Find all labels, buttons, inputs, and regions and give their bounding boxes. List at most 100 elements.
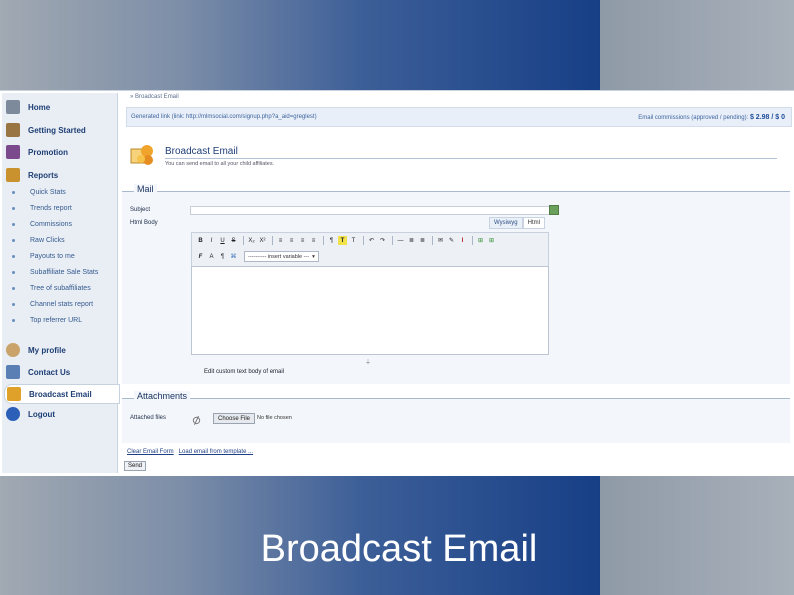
toolbar-separator xyxy=(472,236,473,245)
undo-button[interactable]: ↶ xyxy=(367,236,376,245)
background-color-button[interactable]: T xyxy=(349,236,358,245)
toolbar-row-2: F A ¶ ⌘ ---------- insert variable --- ▾ xyxy=(196,251,319,262)
bullet-icon xyxy=(12,190,15,194)
sidebar-link-raw-clicks[interactable]: Raw Clicks xyxy=(12,233,117,247)
strike-button[interactable]: S xyxy=(229,236,238,245)
insert-variable-value: ---------- insert variable --- xyxy=(248,253,310,260)
profile-icon xyxy=(6,343,20,357)
validate-icon[interactable] xyxy=(549,205,559,215)
text-color-button[interactable]: T xyxy=(338,236,347,245)
broadcast-email-icon xyxy=(128,141,156,169)
align-right-button[interactable]: ≡ xyxy=(298,236,307,245)
remove-format-button[interactable]: Ι xyxy=(458,236,467,245)
sidebar-item-label: Reports xyxy=(28,170,59,180)
sidebar-link-trends-report[interactable]: Trends report xyxy=(12,201,117,215)
justify-button[interactable]: ≡ xyxy=(309,236,318,245)
affiliate-link-text[interactable]: Generated link (link: http://mlmsocial.c… xyxy=(127,114,317,120)
page-title: Broadcast Email xyxy=(165,146,238,157)
sidebar-link-label: Channel stats report xyxy=(30,300,94,308)
bullet-icon xyxy=(12,238,15,242)
bullet-icon xyxy=(12,254,15,258)
sidebar-link-quick-stats[interactable]: Quick Stats xyxy=(12,185,117,199)
sidebar-item-getting-started[interactable]: Getting Started xyxy=(6,121,116,139)
sidebar-link-commissions[interactable]: Commissions xyxy=(12,217,117,231)
no-file-text: No file chosen xyxy=(257,415,292,421)
editor-mode-tabs: Wysiwyg Html xyxy=(489,217,545,229)
toolbar-separator xyxy=(323,236,324,245)
sidebar-item-label: Home xyxy=(28,102,51,112)
tab-wysiwyg[interactable]: Wysiwyg xyxy=(489,217,523,229)
horizontal-rule-button[interactable]: — xyxy=(396,236,405,245)
chevron-down-icon: ▾ xyxy=(312,253,315,260)
align-left-button[interactable]: ≡ xyxy=(276,236,285,245)
book-icon xyxy=(6,123,20,137)
link-button[interactable]: ✉ xyxy=(436,236,445,245)
italic-button[interactable]: I xyxy=(207,236,216,245)
sidebar-item-broadcast-email[interactable]: Broadcast Email xyxy=(4,384,120,404)
sidebar-link-payouts[interactable]: Payouts to me xyxy=(12,249,117,263)
choose-file-button[interactable]: Choose File xyxy=(213,413,255,424)
sidebar-link-label: Quick Stats xyxy=(30,188,66,196)
reports-icon xyxy=(6,168,20,182)
sidebar-link-tree[interactable]: Tree of subaffiliates xyxy=(12,281,117,295)
link-separator xyxy=(175,449,177,455)
resize-handle-icon[interactable]: ⏚ xyxy=(365,357,371,366)
mail-section-title: Mail xyxy=(134,184,157,194)
font-size-button[interactable]: A xyxy=(207,252,216,261)
title-divider xyxy=(165,158,777,159)
sidebar-link-top-referrer[interactable]: Top referrer URL xyxy=(12,313,117,327)
special-char-button[interactable]: ⌘ xyxy=(229,252,238,261)
ordered-list-button[interactable]: ≣ xyxy=(407,236,416,245)
unlink-button[interactable]: ✎ xyxy=(447,236,456,245)
broadcast-icon xyxy=(7,387,21,401)
main-content: » Broadcast Email Generated link (link: … xyxy=(122,91,792,476)
sidebar-item-home[interactable]: Home xyxy=(6,98,116,116)
subject-label: Subject xyxy=(130,207,151,213)
sidebar-link-label: Payouts to me xyxy=(30,252,75,260)
breadcrumb: » Broadcast Email xyxy=(130,94,179,100)
toolbar-separator xyxy=(272,236,273,245)
align-center-button[interactable]: ≡ xyxy=(287,236,296,245)
info-bar: Generated link (link: http://mlmsocial.c… xyxy=(126,107,792,127)
format-block-button[interactable]: ¶ xyxy=(218,252,227,261)
sidebar-item-label: My profile xyxy=(28,345,66,355)
sidebar-item-reports[interactable]: Reports xyxy=(6,166,116,184)
superscript-button[interactable]: X² xyxy=(258,236,267,245)
subject-input[interactable] xyxy=(190,206,552,215)
subscript-button[interactable]: X₂ xyxy=(247,236,256,245)
sidebar-link-label: Trends report xyxy=(30,204,72,212)
tab-html[interactable]: Html xyxy=(522,217,545,229)
page-subtitle: You can send email to all your child aff… xyxy=(165,161,275,167)
toolbar-separator xyxy=(392,236,393,245)
redo-button[interactable]: ↷ xyxy=(378,236,387,245)
font-button[interactable]: F xyxy=(196,252,205,261)
sidebar-item-promotion[interactable]: Promotion xyxy=(6,143,116,161)
send-button[interactable]: Send xyxy=(124,461,147,471)
sidebar-item-my-profile[interactable]: My profile xyxy=(6,341,116,359)
sidebar-item-logout[interactable]: Logout xyxy=(6,405,116,423)
insert-table-button[interactable]: ⊞ xyxy=(476,236,485,245)
sidebar-item-contact-us[interactable]: Contact Us xyxy=(6,363,116,381)
underline-button[interactable]: U xyxy=(218,236,227,245)
insert-image-button[interactable]: ⊞ xyxy=(487,236,496,245)
editor-toolbar: B I U S X₂ X² ≡ ≡ ≡ ≡ ¶ T T ↶ ↷ — ≣ ≣ ✉ … xyxy=(191,232,549,268)
clear-email-form-link[interactable]: Clear Email Form xyxy=(127,449,174,455)
sidebar: Home Getting Started Promotion Reports Q… xyxy=(2,93,120,473)
paragraph-button[interactable]: ¶ xyxy=(327,236,336,245)
unordered-list-button[interactable]: ≣ xyxy=(418,236,427,245)
sidebar-link-channel-stats[interactable]: Channel stats report xyxy=(12,297,117,311)
bullet-icon xyxy=(12,286,15,290)
promotion-icon xyxy=(6,145,20,159)
commissions-label: Email commissions (approved / pending): xyxy=(638,114,749,121)
bold-button[interactable]: B xyxy=(196,236,205,245)
sidebar-item-label: Contact Us xyxy=(28,367,71,377)
sidebar-item-label: Getting Started xyxy=(28,125,86,135)
sidebar-link-label: Commissions xyxy=(30,220,73,228)
load-email-template-link[interactable]: Load email from template ... xyxy=(179,449,253,455)
sidebar-item-label: Promotion xyxy=(28,147,68,157)
commissions-value: $ 2.98 / $ 0 xyxy=(749,113,785,121)
sidebar-link-label: Raw Clicks xyxy=(30,236,65,244)
sidebar-link-subaffiliate-stats[interactable]: Subaffiliate Sale Stats xyxy=(12,265,117,279)
html-body-editor[interactable] xyxy=(191,266,549,355)
insert-variable-select[interactable]: ---------- insert variable --- ▾ xyxy=(244,251,319,262)
